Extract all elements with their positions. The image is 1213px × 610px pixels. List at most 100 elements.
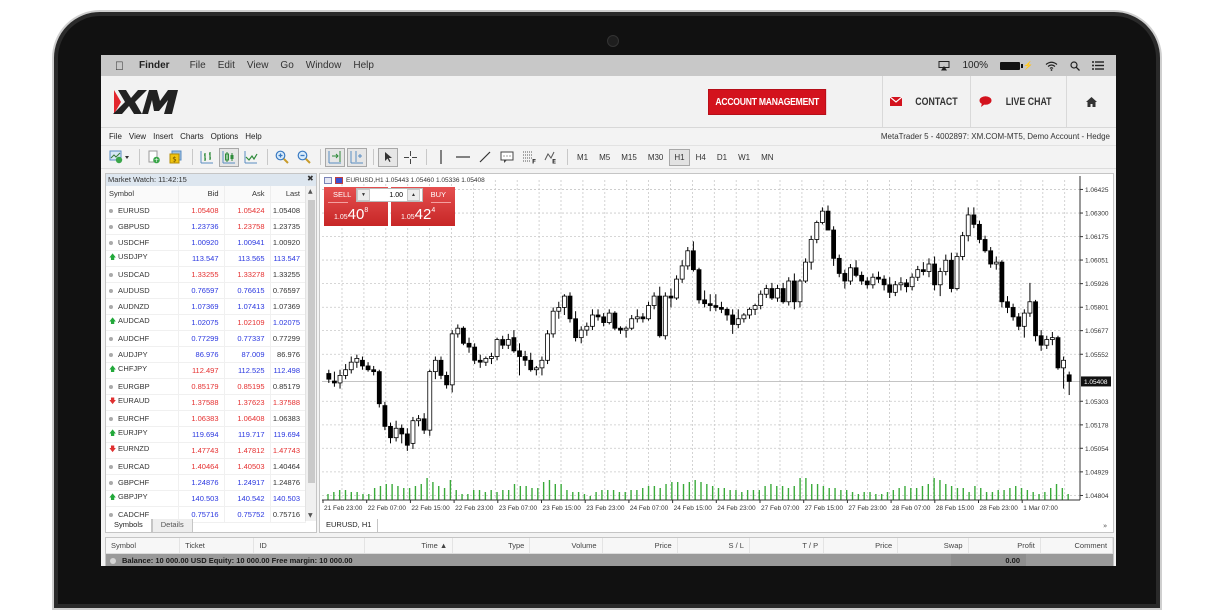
symbol-cell[interactable]: GBPCHF	[106, 474, 179, 491]
col-last[interactable]: Last	[270, 186, 306, 203]
market-watch-row[interactable]: AUDJPY 86.976 87.009 86.976	[106, 346, 306, 363]
vertical-line-tool-button[interactable]	[431, 148, 451, 167]
mt-menu-options[interactable]: Options	[211, 132, 239, 141]
timeframe-m5[interactable]: M5	[594, 149, 615, 166]
horizontal-line-tool-button[interactable]	[453, 148, 473, 167]
symbol-cell[interactable]: GBPUSD	[106, 218, 179, 235]
market-watch-row[interactable]: 🡇 EURNZD 1.47743 1.47812 1.47743	[106, 442, 306, 459]
scroll-down-arrow-icon[interactable]: ▼	[308, 512, 313, 519]
timeframe-mn[interactable]: MN	[756, 149, 778, 166]
timeframe-m15[interactable]: M15	[616, 149, 642, 166]
symbol-cell[interactable]: AUDCHF	[106, 330, 179, 347]
timeframe-h4[interactable]: H4	[691, 149, 711, 166]
market-watch-row[interactable]: EURGBP 0.85179 0.85195 0.85179	[106, 378, 306, 395]
balance-row[interactable]: Balance: 10 000.00 USD Equity: 10 000.00…	[106, 554, 1113, 566]
chart-shift-button[interactable]	[347, 147, 367, 167]
symbol-cell[interactable]: 🡅 EURJPY	[106, 426, 179, 443]
crosshair-tool-button[interactable]	[400, 148, 420, 167]
spotlight-search-icon[interactable]	[1070, 60, 1080, 71]
symbol-cell[interactable]: 🡅 GBPJPY	[106, 490, 179, 507]
chart-window[interactable]: 1.06425 1.06300 1.06175 1.06051 1.05926 1.058…	[319, 173, 1114, 533]
market-watch-row[interactable]: AUDUSD 0.76597 0.76615 0.76597	[106, 282, 306, 299]
wifi-icon[interactable]	[1045, 61, 1058, 71]
col-sl[interactable]: S / L	[678, 538, 750, 553]
market-watch-row[interactable]: GBPUSD 1.23736 1.23758 1.23735	[106, 218, 306, 235]
symbol-cell[interactable]: 🡅 USDJPY	[106, 250, 179, 267]
col-tp[interactable]: T / P	[750, 538, 825, 553]
home-button[interactable]	[1066, 76, 1116, 127]
market-watch-close-icon[interactable]: ✖	[307, 174, 314, 183]
bar-chart-button[interactable]	[197, 148, 217, 167]
trading-account-button[interactable]: $	[166, 148, 186, 167]
menubar-help[interactable]: Help	[353, 60, 374, 71]
col-swap[interactable]: Swap	[898, 538, 969, 553]
menubar-view[interactable]: View	[247, 60, 269, 71]
new-chart-button[interactable]	[107, 148, 133, 167]
elliott-wave-tool-button[interactable]: E	[541, 148, 561, 167]
symbol-cell[interactable]: USDCAD	[106, 266, 179, 283]
zoom-out-button[interactable]	[294, 148, 314, 167]
auto-scroll-button[interactable]	[325, 147, 345, 167]
col-price-current[interactable]: Price	[824, 538, 899, 553]
market-watch-row[interactable]: 🡅 AUDCAD 1.02075 1.02109 1.02075	[106, 314, 306, 331]
expand-icon[interactable]	[110, 557, 116, 564]
menubar-go[interactable]: Go	[280, 60, 293, 71]
market-watch-row[interactable]: EURCAD 1.40464 1.40503 1.40464	[106, 458, 306, 475]
tab-eurusd-h1[interactable]: EURUSD, H1	[319, 519, 379, 533]
symbol-cell[interactable]: 🡅 AUDCAD	[106, 314, 179, 331]
line-chart-button[interactable]	[241, 148, 261, 167]
market-watch-row[interactable]: 🡅 CHFJPY 112.497 112.525 112.498	[106, 362, 306, 379]
timeframe-m30[interactable]: M30	[643, 149, 669, 166]
scrollbar-thumb[interactable]	[308, 200, 315, 483]
col-bid[interactable]: Bid	[178, 186, 225, 203]
menubar-window[interactable]: Window	[306, 60, 342, 71]
mt-menu-file[interactable]: File	[109, 132, 122, 141]
menubar-edit[interactable]: Edit	[218, 60, 235, 71]
symbol-cell[interactable]: AUDUSD	[106, 282, 179, 299]
market-watch-row[interactable]: 🡅 GBPJPY 140.503 140.542 140.503	[106, 490, 306, 507]
symbol-cell[interactable]: EURGBP	[106, 378, 179, 395]
zoom-in-button[interactable]	[272, 148, 292, 167]
col-id[interactable]: ID	[254, 538, 365, 553]
contact-button[interactable]: CONTACT	[881, 76, 970, 127]
mt-menu-help[interactable]: Help	[245, 132, 261, 141]
col-volume[interactable]: Volume	[530, 538, 603, 553]
cursor-tool-button[interactable]	[378, 147, 398, 167]
market-watch-scrollbar[interactable]: ▲ ▼	[305, 186, 316, 521]
account-management-button[interactable]: ACCOUNT MANAGEMENT	[708, 88, 827, 115]
symbol-cell[interactable]: AUDJPY	[106, 346, 179, 363]
market-watch-row[interactable]: AUDNZD 1.07369 1.07413 1.07369	[106, 298, 306, 315]
xm-logo[interactable]	[101, 76, 708, 127]
chart-tabs-scroll-icon[interactable]: »	[1103, 522, 1107, 530]
text-label-tool-button[interactable]	[497, 148, 517, 167]
menubar-app-finder[interactable]: Finder	[139, 60, 170, 71]
market-watch-row[interactable]: USDCHF 1.00920 1.00941 1.00920	[106, 234, 306, 251]
market-watch-row[interactable]: GBPCHF 1.24876 1.24917 1.24876	[106, 474, 306, 491]
volume-input[interactable]	[370, 189, 407, 201]
menubar-file[interactable]: File	[190, 60, 206, 71]
symbol-cell[interactable]: 🡇 EURNZD	[106, 442, 179, 459]
volume-decrease-button[interactable]: ▼	[357, 189, 370, 201]
mt-menu-charts[interactable]: Charts	[180, 132, 204, 141]
col-symbol[interactable]: Symbol	[106, 186, 179, 203]
timeframe-m1[interactable]: M1	[572, 149, 593, 166]
airplay-icon[interactable]	[938, 60, 950, 71]
market-watch-row[interactable]: USDCAD 1.33255 1.33278 1.33255	[106, 266, 306, 283]
market-watch-row[interactable]: EURCHF 1.06383 1.06408 1.06383	[106, 410, 306, 427]
notification-list-icon[interactable]	[1092, 61, 1104, 70]
battery-charging-icon[interactable]: ⚡	[1000, 61, 1033, 70]
market-watch-row[interactable]: 🡅 USDJPY 113.547 113.565 113.547	[106, 250, 306, 267]
mt-menu-view[interactable]: View	[129, 132, 146, 141]
candlestick-chart-button[interactable]	[219, 147, 239, 167]
col-profit[interactable]: Profit	[969, 538, 1041, 553]
col-time[interactable]: Time ▲	[365, 538, 454, 553]
scroll-up-arrow-icon[interactable]: ▲	[308, 188, 313, 195]
market-watch-row[interactable]: 🡇 EURAUD 1.37588 1.37623 1.37588	[106, 394, 306, 411]
symbol-cell[interactable]: AUDNZD	[106, 298, 179, 315]
timeframe-d1[interactable]: D1	[712, 149, 732, 166]
candlestick-chart[interactable]: 1.06425 1.06300 1.06175 1.06051 1.05926 1.058…	[320, 174, 1115, 524]
timeframe-h1[interactable]: H1	[669, 148, 690, 166]
symbol-cell[interactable]: 🡅 CHFJPY	[106, 362, 179, 379]
col-symbol[interactable]: Symbol	[106, 538, 181, 553]
symbol-cell[interactable]: EURCAD	[106, 458, 179, 475]
